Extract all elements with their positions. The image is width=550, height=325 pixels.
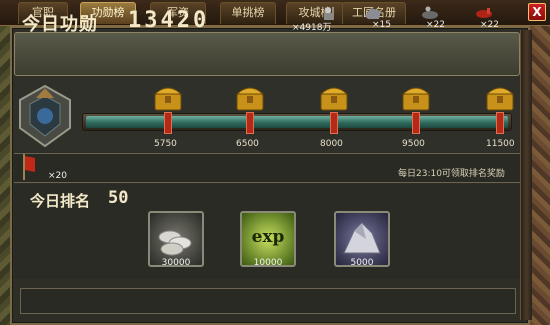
treasure-chest-icon[interactable]: [318, 82, 350, 112]
resource-count-soldiers: ×4918万: [292, 23, 332, 33]
red-horse-icon: [476, 8, 492, 18]
treasure-chest-icon[interactable]: [234, 82, 266, 112]
milestone-flag-icon: [412, 112, 420, 134]
resource-count-cavalry: ×22: [426, 20, 445, 30]
reward-amount-exp: 10000: [253, 258, 283, 268]
milestone-flag-icon: [330, 112, 338, 134]
scrollbar[interactable]: [520, 30, 532, 320]
treasure-chest-icon[interactable]: [400, 82, 432, 112]
war-banner-icon: [23, 154, 35, 180]
resource-count-red-horse: ×22: [480, 20, 499, 30]
banner-count: ×20: [48, 171, 67, 181]
merit-progress-fill: [86, 116, 508, 128]
reward-amount-silver: 30000: [161, 258, 191, 268]
treasure-chest-icon[interactable]: [484, 82, 516, 112]
rank-label: 今日排名: [30, 192, 91, 210]
milestone-flag-icon: [246, 112, 254, 134]
reward-amount-stone: 5000: [350, 258, 374, 268]
merit-value: 13420: [128, 8, 210, 33]
tab-duel-ranking[interactable]: 单挑榜: [220, 2, 276, 24]
exp-icon: exp: [251, 227, 285, 247]
claim-time-note: 每日23:10可领取排名奖励: [398, 169, 505, 179]
rank-value: 50: [108, 188, 129, 208]
treasure-chest-icon[interactable]: [152, 82, 184, 112]
resource-count-iron: ×15: [372, 20, 391, 30]
soldier-icon: [324, 7, 334, 20]
milestone-label: 5750: [154, 139, 177, 149]
milestone-label: 6500: [236, 139, 259, 149]
iron-ore-icon: [365, 8, 381, 19]
cavalry-icon: [422, 6, 438, 19]
milestone-flag-icon: [164, 112, 172, 134]
milestone-label: 9500: [402, 139, 425, 149]
milestone-flag-icon: [496, 112, 504, 134]
close-button[interactable]: X: [528, 3, 546, 21]
milestone-label: 11500: [486, 139, 515, 149]
merit-emblem-icon: [19, 84, 71, 148]
merit-label: 今日功勋: [22, 14, 98, 35]
milestone-label: 8000: [320, 139, 343, 149]
footer-bar: [20, 288, 516, 314]
merit-header: [14, 32, 520, 76]
